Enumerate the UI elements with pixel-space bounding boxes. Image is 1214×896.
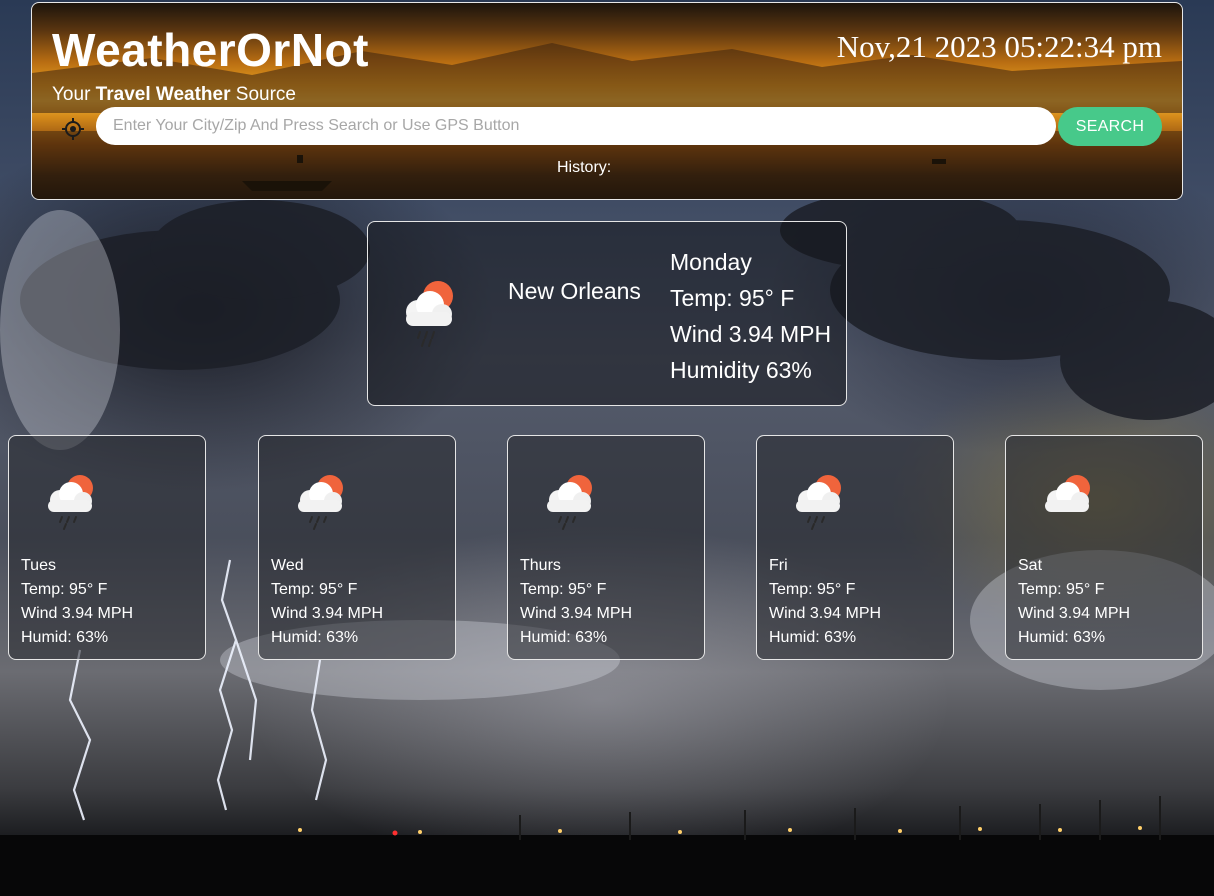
current-day: Monday bbox=[670, 249, 752, 275]
subtitle-prefix: Your bbox=[52, 84, 91, 105]
current-temp: Temp: 95° F bbox=[670, 285, 795, 311]
current-datetime: Nov,21 2023 05:22:34 pm bbox=[836, 29, 1162, 64]
forecast-day: Fri bbox=[769, 557, 788, 574]
forecast-card: Wed Temp: 95° F Wind 3.94 MPH Humid: 63% bbox=[258, 435, 456, 660]
forecast-day: Thurs bbox=[520, 557, 561, 574]
forecast-day: Sat bbox=[1018, 557, 1043, 574]
forecast-temp: Temp: 95° F bbox=[520, 581, 607, 598]
forecast-card: Fri Temp: 95° F Wind 3.94 MPH Humid: 63% bbox=[756, 435, 954, 660]
forecast-wind: Wind 3.94 MPH bbox=[271, 605, 384, 622]
forecast-wind: Wind 3.94 MPH bbox=[21, 605, 134, 622]
cloud-sun-icon bbox=[1045, 475, 1090, 512]
current-city: New Orleans bbox=[508, 278, 641, 304]
city-search-input[interactable] bbox=[96, 107, 1056, 145]
cloud-sun-rain-icon bbox=[796, 475, 841, 530]
forecast-humidity: Humid: 63% bbox=[769, 629, 857, 646]
forecast-day: Tues bbox=[21, 557, 56, 574]
forecast-card: Sat Temp: 95° F Wind 3.94 MPH Humid: 63% bbox=[1005, 435, 1203, 660]
app-subtitle: Your Travel Weather Source bbox=[52, 84, 296, 106]
forecast-temp: Temp: 95° F bbox=[271, 581, 358, 598]
subtitle-bold: Travel Weather bbox=[95, 84, 231, 105]
forecast-card: Thurs Temp: 95° F Wind 3.94 MPH Humid: 6… bbox=[507, 435, 705, 660]
app-title: WeatherOrNot bbox=[52, 24, 369, 76]
current-details: Monday Temp: 95° F Wind 3.94 MPH Humidit… bbox=[670, 244, 831, 388]
header-banner: WeatherOrNot Your Travel Weather Source … bbox=[31, 2, 1183, 200]
forecast-card: Tues Temp: 95° F Wind 3.94 MPH Humid: 63… bbox=[8, 435, 206, 660]
forecast-humidity: Humid: 63% bbox=[21, 629, 109, 646]
current-wind: Wind 3.94 MPH bbox=[670, 321, 832, 347]
search-button[interactable]: SEARCH bbox=[1058, 107, 1162, 146]
forecast-wind: Wind 3.94 MPH bbox=[520, 605, 633, 622]
forecast-temp: Temp: 95° F bbox=[769, 581, 856, 598]
current-weather-card: New Orleans Monday Temp: 95° F Wind 3.94… bbox=[367, 221, 847, 406]
subtitle-suffix: Source bbox=[235, 84, 296, 105]
gps-button[interactable] bbox=[62, 118, 84, 140]
forecast-wind: Wind 3.94 MPH bbox=[769, 605, 882, 622]
current-humidity: Humidity 63% bbox=[670, 357, 812, 383]
cloud-sun-rain-icon bbox=[547, 475, 592, 530]
forecast-temp: Temp: 95° F bbox=[1018, 581, 1105, 598]
forecast-humidity: Humid: 63% bbox=[1018, 629, 1106, 646]
crosshair-gps-icon bbox=[62, 118, 84, 140]
search-history: History: bbox=[557, 159, 611, 177]
cloud-sun-rain-icon bbox=[406, 281, 453, 347]
forecast-wind: Wind 3.94 MPH bbox=[1018, 605, 1131, 622]
forecast-day: Wed bbox=[271, 557, 304, 574]
history-label: History: bbox=[557, 159, 612, 176]
forecast-temp: Temp: 95° F bbox=[21, 581, 108, 598]
forecast-humidity: Humid: 63% bbox=[520, 629, 608, 646]
cloud-sun-rain-icon bbox=[48, 475, 93, 530]
forecast-humidity: Humid: 63% bbox=[271, 629, 359, 646]
cloud-sun-rain-icon bbox=[298, 475, 343, 530]
